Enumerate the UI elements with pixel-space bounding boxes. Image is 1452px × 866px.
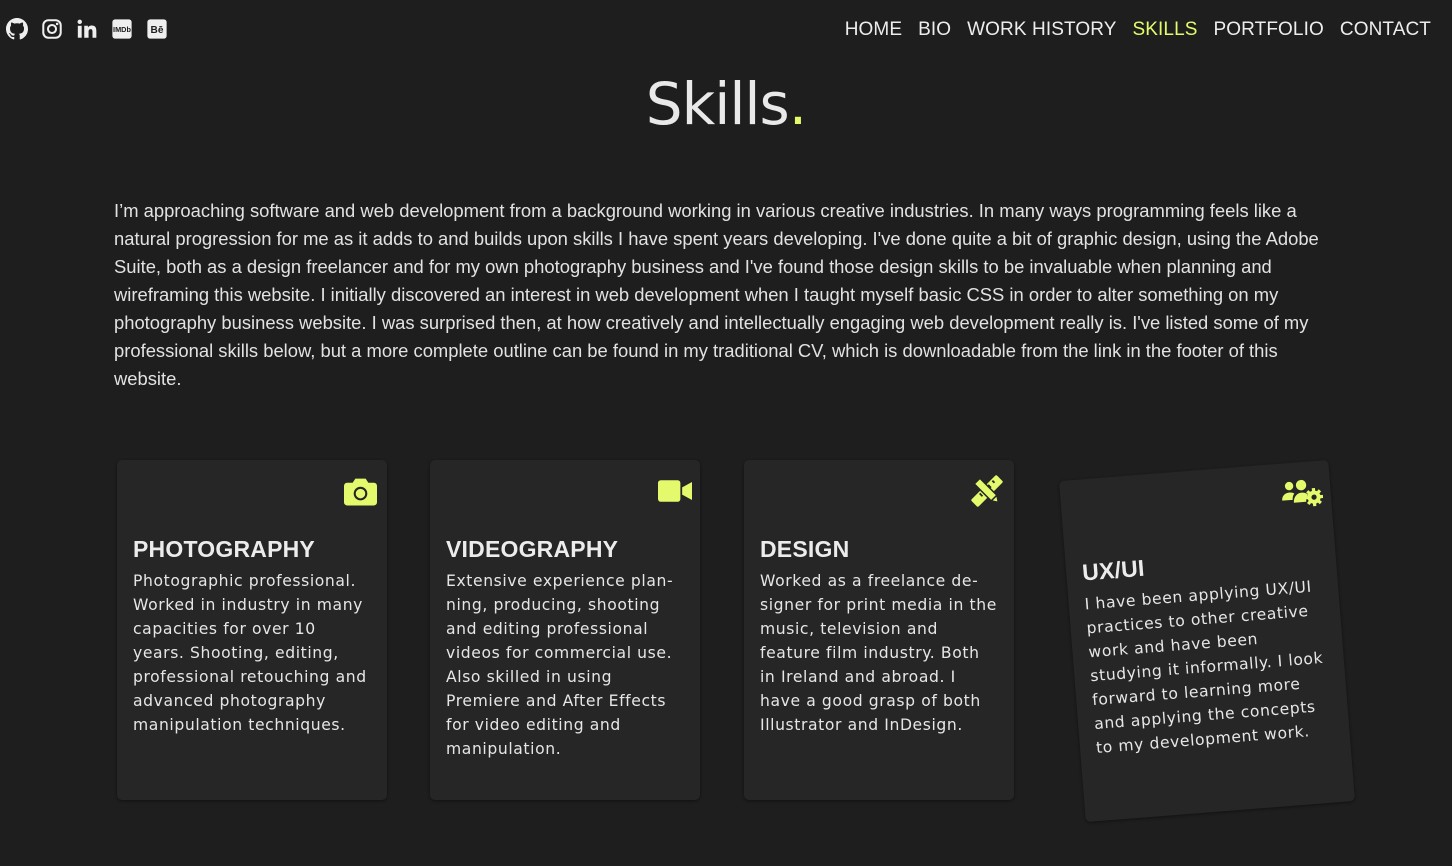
- skill-card-text: Extensive experience plan­ning, producin…: [446, 572, 673, 758]
- github-icon[interactable]: [6, 18, 28, 40]
- social-links: IMDb Bē: [6, 18, 168, 40]
- page-title: Skills.: [0, 70, 1452, 138]
- page-title-text: Skills: [645, 70, 790, 138]
- imdb-icon[interactable]: IMDb: [111, 18, 133, 40]
- video-camera-icon: [658, 474, 692, 508]
- nav-contact[interactable]: CONTACT: [1340, 19, 1431, 41]
- svg-text:IMDb: IMDb: [113, 25, 131, 34]
- pencil-ruler-icon: [970, 474, 1004, 508]
- skill-card-text: Photographic professional. Worked in ind…: [133, 572, 367, 734]
- instagram-icon[interactable]: [41, 18, 63, 40]
- intro-paragraph: I’m approaching software and web develop…: [114, 200, 1319, 389]
- main-nav: HOME BIO WORK HISTORY SKILLS PORTFOLIO C…: [845, 19, 1431, 41]
- skill-card-text: I have been applying UX/UI practices to …: [1084, 577, 1324, 758]
- nav-portfolio[interactable]: PORTFOLIO: [1214, 19, 1324, 41]
- skill-card-text: Worked as a freelance de­signer for prin…: [760, 572, 997, 734]
- page-title-dot: .: [788, 70, 807, 138]
- nav-skills[interactable]: SKILLS: [1132, 19, 1197, 41]
- skill-card-title: PHOTOGRAPHY: [133, 536, 315, 562]
- nav-bio[interactable]: BIO: [918, 19, 951, 41]
- nav-work-history[interactable]: WORK HISTORY: [967, 19, 1116, 41]
- skill-card-title: DESIGN: [760, 536, 850, 562]
- nav-home[interactable]: HOME: [845, 19, 902, 41]
- skill-card-videography: VIDEOGRAPHY Extensive experience plan­ni…: [430, 460, 700, 800]
- camera-icon: [343, 474, 377, 508]
- behance-icon[interactable]: Bē: [146, 18, 168, 40]
- svg-text:Bē: Bē: [151, 25, 164, 36]
- skill-card-ux-ui[interactable]: UX/UI I have been applying UX/UI practic…: [1058, 459, 1356, 823]
- skill-card-design: DESIGN Worked as a freelance de­signer f…: [744, 460, 1014, 800]
- users-cog-icon: [1279, 475, 1324, 512]
- linkedin-icon[interactable]: [76, 18, 98, 40]
- top-bar: IMDb Bē HOME BIO WORK HISTORY SKILLS POR…: [0, 0, 1452, 60]
- skill-card-title: VIDEOGRAPHY: [446, 536, 619, 562]
- skill-card-photography: PHOTOGRAPHY Photographic professional. W…: [117, 460, 387, 800]
